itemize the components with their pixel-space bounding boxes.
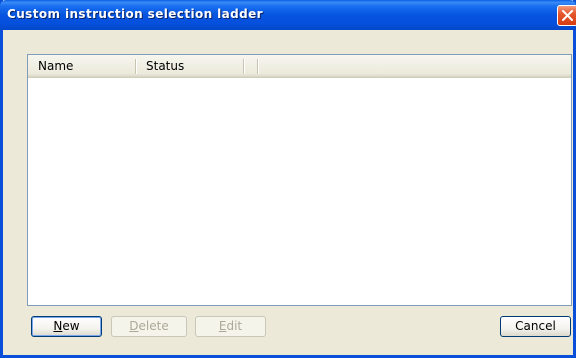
- ladder-list[interactable]: Name Status: [27, 54, 572, 306]
- column-header-name[interactable]: Name: [28, 55, 136, 77]
- edit-button[interactable]: Edit: [195, 316, 266, 337]
- column-header-status[interactable]: Status: [136, 55, 244, 77]
- column-separator[interactable]: [257, 59, 258, 74]
- dialog-window: Custom instruction selection ladder Name…: [0, 0, 576, 358]
- column-separator[interactable]: [243, 59, 244, 74]
- close-icon: [562, 10, 573, 21]
- delete-button-label: elete: [138, 319, 169, 333]
- new-button[interactable]: New: [31, 316, 102, 337]
- title-bar[interactable]: Custom instruction selection ladder: [0, 0, 576, 30]
- delete-button[interactable]: Delete: [111, 316, 187, 337]
- delete-button-mnemonic: D: [129, 319, 139, 333]
- list-header: Name Status: [28, 55, 571, 78]
- window-title: Custom instruction selection ladder: [7, 7, 263, 21]
- close-button[interactable]: [557, 5, 576, 26]
- new-button-label: ew: [62, 319, 80, 333]
- cancel-button[interactable]: Cancel: [500, 316, 571, 337]
- edit-button-label: dit: [226, 319, 243, 333]
